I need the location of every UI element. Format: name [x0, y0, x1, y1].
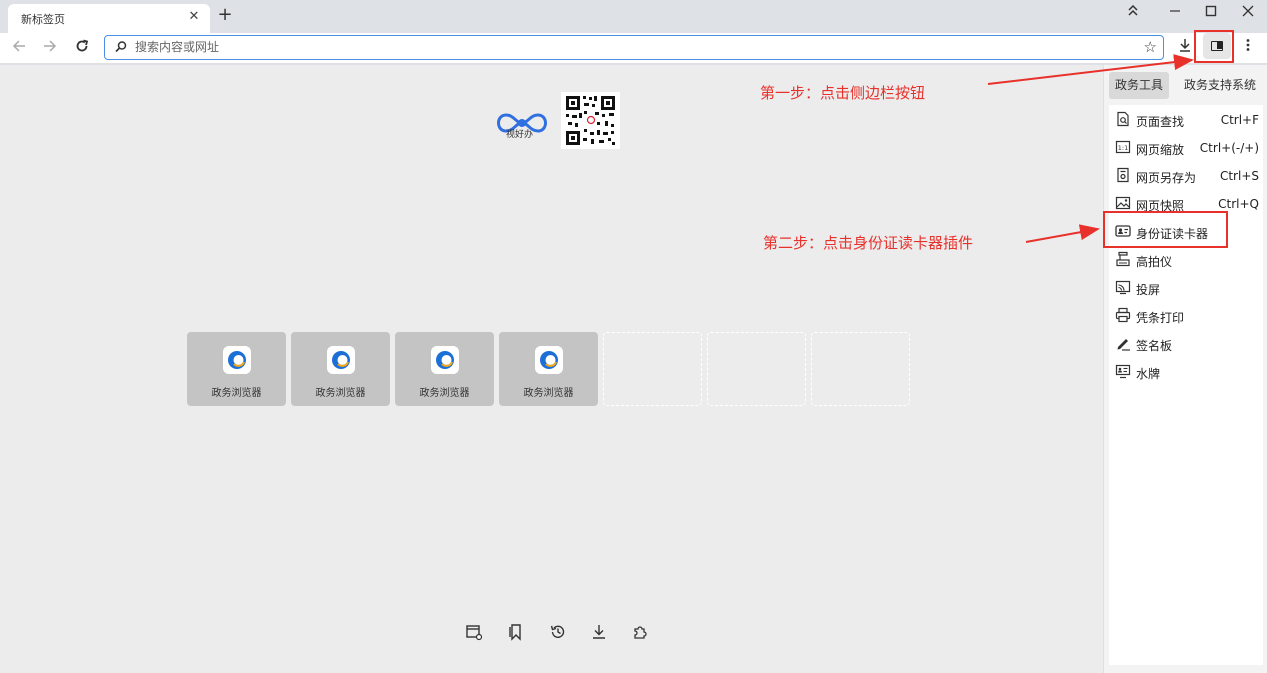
tab-search-icon[interactable]: [1122, 4, 1144, 22]
download-icon[interactable]: [590, 623, 608, 641]
sidebar-panel: 政务工具 政务支持系统 页面查找 Ctrl+F 1:1 网页缩放 Ctrl+(-…: [1103, 65, 1267, 673]
signature-icon: [1117, 339, 1130, 351]
tool-label: 页面查找: [1136, 115, 1185, 129]
browser-app-icon: [431, 346, 459, 374]
address-bar[interactable]: ☆: [104, 35, 1164, 60]
reload-icon[interactable]: [72, 38, 92, 58]
bookmark-star-icon[interactable]: ☆: [1144, 38, 1157, 56]
tool-screen-cast[interactable]: 投屏: [1109, 276, 1263, 300]
shortcut-tile-label: 政务浏览器: [211, 388, 262, 399]
tool-save-page[interactable]: 网页另存为 Ctrl+S: [1109, 164, 1263, 188]
new-tab-page: 视好办 政务浏览器 政务浏览器 政务浏览器 政务浏览器: [0, 65, 1103, 673]
tool-label: 网页另存为: [1136, 171, 1197, 185]
tool-signature-pad[interactable]: 签名板: [1109, 332, 1263, 356]
shortcut-tile-label: 政务浏览器: [419, 388, 470, 399]
history-icon[interactable]: [549, 623, 567, 641]
shortcut-tile[interactable]: 政务浏览器: [395, 332, 494, 406]
snapshot-icon: [1115, 196, 1131, 210]
annotation-step2-text: 第二步：点击身份证读卡器插件: [763, 234, 974, 252]
browser-app-icon: [327, 346, 355, 374]
logo-text: 视好办: [506, 130, 534, 140]
tool-zoom[interactable]: 1:1 网页缩放 Ctrl+(-/+): [1109, 136, 1263, 160]
empty-shortcut-slot[interactable]: [603, 332, 702, 406]
extensions-icon[interactable]: [631, 623, 649, 641]
tool-label: 水牌: [1136, 367, 1161, 381]
shortcut-tile[interactable]: 政务浏览器: [291, 332, 390, 406]
tab-strip: 新标签页 ✕ +: [0, 0, 1267, 33]
tool-receipt-print[interactable]: 凭条打印: [1109, 304, 1263, 328]
tool-shortcut: Ctrl+Q: [1218, 197, 1259, 211]
back-icon[interactable]: [9, 38, 29, 58]
close-tab-icon[interactable]: ✕: [186, 9, 202, 25]
tab-gov-support-system[interactable]: 政务支持系统: [1180, 72, 1260, 99]
tool-shortcut: Ctrl+(-/+): [1199, 141, 1259, 155]
shortcut-tile-label: 政务浏览器: [523, 388, 574, 399]
address-input[interactable]: [135, 38, 1095, 56]
tool-label: 签名板: [1136, 339, 1173, 353]
tab-title: 新标签页: [21, 13, 65, 26]
find-page-icon: [1117, 111, 1129, 127]
tool-shortcut: Ctrl+S: [1219, 169, 1259, 183]
search-icon: [115, 41, 127, 53]
scanner-icon: [1116, 251, 1130, 267]
minimize-icon[interactable]: [1164, 4, 1186, 22]
annotation-box-sidebar-toggle: [1194, 30, 1234, 63]
tool-display-board[interactable]: 水牌: [1109, 360, 1263, 384]
tool-label: 网页缩放: [1136, 143, 1185, 157]
browser-tab[interactable]: 新标签页 ✕: [8, 4, 210, 33]
zoom-icon: 1:1: [1115, 140, 1131, 154]
close-window-icon[interactable]: [1237, 4, 1259, 22]
toolbar: ☆: [0, 33, 1267, 64]
tool-document-camera[interactable]: 高拍仪: [1109, 248, 1263, 272]
empty-shortcut-slot[interactable]: [707, 332, 806, 406]
bottom-quick-bar: [465, 623, 655, 643]
download-icon[interactable]: [1174, 37, 1196, 59]
qr-code: [561, 92, 620, 149]
annotation-step1-text: 第一步：点击侧边栏按钮: [760, 84, 926, 102]
shortcut-tile[interactable]: 政务浏览器: [499, 332, 598, 406]
svg-text:1:1: 1:1: [1118, 144, 1128, 152]
save-page-icon: [1117, 167, 1129, 183]
empty-shortcut-slot[interactable]: [811, 332, 910, 406]
shortcut-tile[interactable]: 政务浏览器: [187, 332, 286, 406]
tool-find-page[interactable]: 页面查找 Ctrl+F: [1109, 108, 1263, 132]
printer-icon: [1115, 307, 1131, 323]
annotation-box-id-card-reader: [1103, 211, 1228, 248]
shortcut-tile-label: 政务浏览器: [315, 388, 366, 399]
tool-label: 投屏: [1136, 283, 1161, 297]
more-menu-icon[interactable]: [1237, 37, 1259, 59]
tool-shortcut: Ctrl+F: [1220, 113, 1259, 127]
browser-app-icon: [535, 346, 563, 374]
cast-icon: [1115, 280, 1131, 295]
tool-label: 凭条打印: [1136, 311, 1185, 325]
window-settings-icon[interactable]: [465, 623, 483, 641]
tools-list: 页面查找 Ctrl+F 1:1 网页缩放 Ctrl+(-/+) 网页另存为 Ct…: [1109, 105, 1263, 665]
tool-label: 高拍仪: [1136, 255, 1173, 269]
display-board-icon: [1115, 364, 1131, 379]
maximize-icon[interactable]: [1200, 4, 1222, 22]
new-tab-button[interactable]: +: [216, 6, 234, 24]
tab-gov-tools[interactable]: 政务工具: [1109, 72, 1169, 99]
forward-icon[interactable]: [40, 38, 60, 58]
bookmarks-icon[interactable]: [507, 623, 525, 641]
browser-app-icon: [223, 346, 251, 374]
